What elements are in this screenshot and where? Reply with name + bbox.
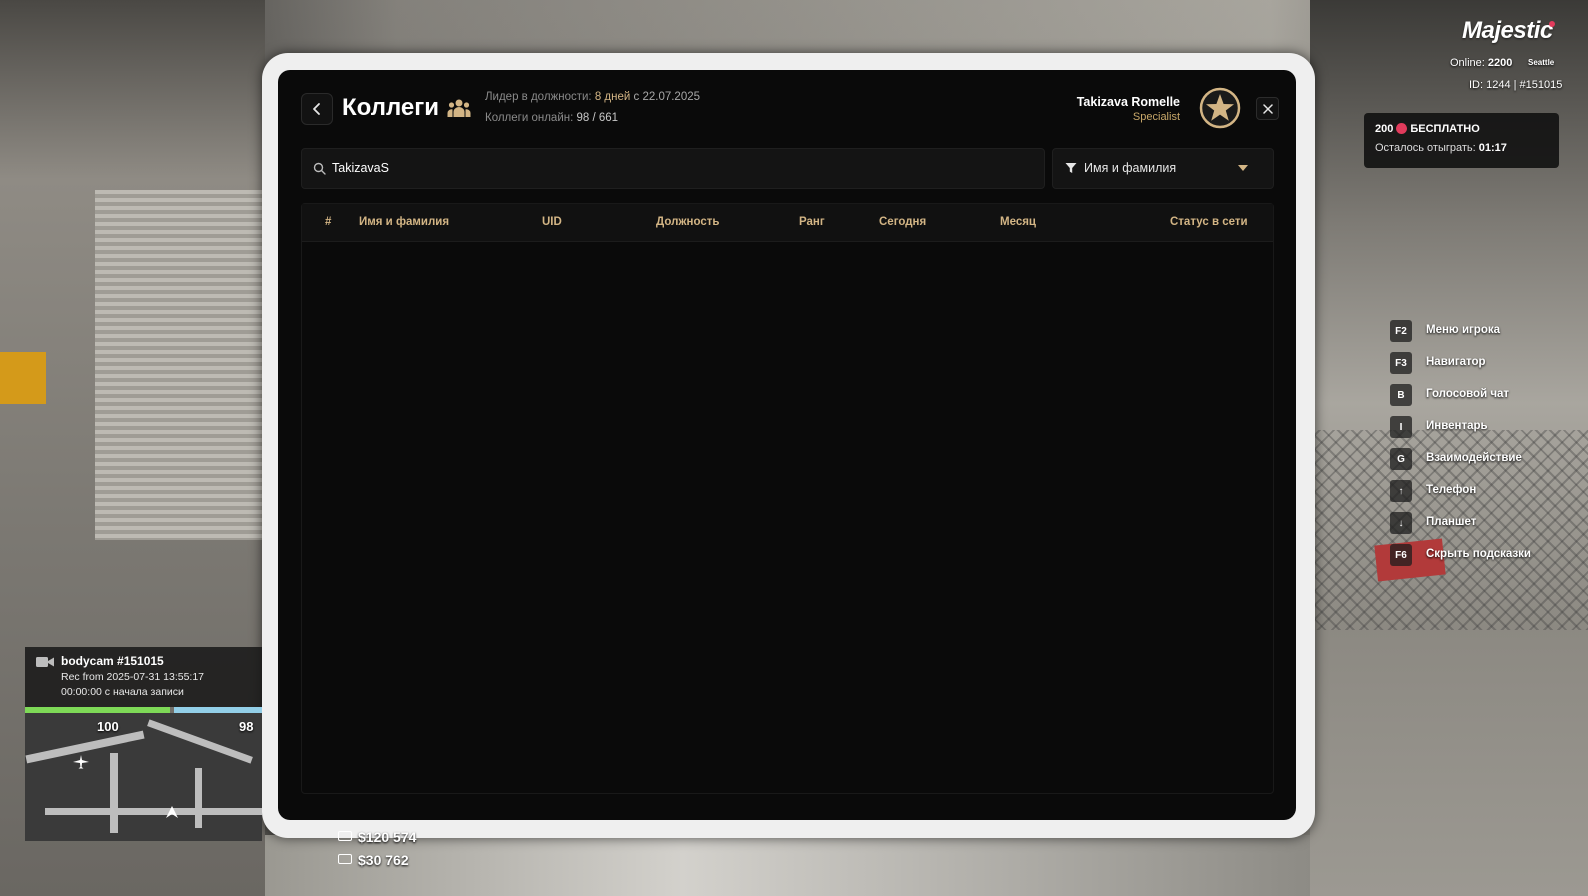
hint-key: B bbox=[1390, 384, 1412, 406]
online-value: 98 / 661 bbox=[576, 112, 619, 124]
cash-value: $120 574 bbox=[358, 829, 417, 845]
map-road bbox=[110, 753, 118, 833]
player-id: ID: 1244 | #151015 bbox=[1469, 79, 1563, 91]
hint-label: Инвентарь bbox=[1426, 420, 1488, 432]
filter-icon bbox=[1065, 163, 1077, 173]
video-camera-icon bbox=[36, 657, 54, 667]
leader-label: Лидер в должности: bbox=[485, 91, 592, 103]
online-label: Коллеги онлайн: bbox=[485, 112, 574, 124]
column-name[interactable]: Имя и фамилия bbox=[359, 216, 449, 228]
hint-key: ↑ bbox=[1390, 480, 1412, 502]
minimap: 100 98 bbox=[25, 713, 262, 841]
close-button[interactable] bbox=[1256, 97, 1279, 120]
brand-logo: Majestic bbox=[1462, 17, 1553, 44]
column-uid[interactable]: UID bbox=[542, 216, 562, 228]
column-position[interactable]: Должность bbox=[656, 216, 719, 228]
user-name: Takizava Romelle bbox=[1076, 95, 1180, 109]
hint-label: Планшет bbox=[1426, 516, 1477, 528]
map-road bbox=[195, 768, 202, 828]
hint-key: G bbox=[1390, 448, 1412, 470]
hint-key: ↓ bbox=[1390, 512, 1412, 534]
player-arrow-icon bbox=[166, 806, 178, 818]
hint-label: Навигатор bbox=[1426, 356, 1486, 368]
health-value: 100 bbox=[97, 719, 119, 734]
online-counter-label: Online: bbox=[1450, 57, 1485, 69]
promo-banner: 200 БЕСПЛАТНО Осталось отыграть: 01:17 bbox=[1364, 113, 1559, 168]
bodycam-panel: bodycam #151015 Rec from 2025-07-31 13:5… bbox=[25, 647, 262, 707]
column-today[interactable]: Сегодня bbox=[879, 216, 926, 228]
leader-tenure: Лидер в должности: 8 дней с 22.07.2025 bbox=[485, 91, 700, 103]
game-background-bottom bbox=[265, 835, 1310, 896]
table-header: # Имя и фамилия UID Должность Ранг Сегод… bbox=[302, 204, 1273, 242]
user-role: Specialist bbox=[1132, 111, 1180, 123]
cash-amount: $120 574 bbox=[338, 829, 416, 845]
hint-label: Телефон bbox=[1426, 484, 1477, 496]
online-counter: Online: 2200 bbox=[1450, 57, 1512, 69]
coin-icon bbox=[1396, 123, 1408, 134]
armor-value: 98 bbox=[239, 719, 254, 734]
filter-dropdown[interactable]: Имя и фамилия bbox=[1052, 148, 1274, 189]
promo-remaining-time: 01:17 bbox=[1478, 142, 1507, 154]
hint-key: F6 bbox=[1390, 544, 1412, 566]
bank-card-icon bbox=[338, 854, 352, 864]
promo-remaining-label: Осталось отыграть: bbox=[1375, 142, 1476, 154]
bodycam-elapsed: 00:00:00 с начала записи bbox=[61, 686, 184, 698]
page-title: Коллеги bbox=[342, 94, 439, 121]
column-number[interactable]: # bbox=[325, 216, 331, 228]
close-icon bbox=[1262, 103, 1273, 114]
bodycam-title: bodycam #151015 bbox=[61, 654, 164, 668]
game-notice-sign bbox=[0, 352, 46, 404]
column-month[interactable]: Месяц bbox=[1000, 216, 1036, 228]
cash-icon bbox=[338, 831, 352, 841]
people-group-icon bbox=[447, 99, 471, 117]
search-input[interactable] bbox=[332, 157, 1022, 179]
airport-icon bbox=[73, 755, 89, 769]
colleagues-online: Коллеги онлайн: 98 / 661 bbox=[485, 112, 618, 124]
back-button[interactable] bbox=[301, 93, 333, 125]
promo-amount: 200 bbox=[1375, 123, 1394, 135]
promo-remaining: Осталось отыграть: 01:17 bbox=[1375, 142, 1507, 154]
chevron-down-icon bbox=[1238, 165, 1248, 171]
online-counter-value: 2200 bbox=[1487, 57, 1513, 69]
leader-days: 8 дней bbox=[594, 91, 631, 103]
map-road bbox=[45, 808, 262, 815]
promo-free-label: БЕСПЛАТНО bbox=[1410, 123, 1480, 135]
brand-dot bbox=[1549, 21, 1555, 27]
search-box[interactable] bbox=[301, 148, 1045, 189]
hint-label: Взаимодействие bbox=[1426, 452, 1522, 464]
hint-key: F3 bbox=[1390, 352, 1412, 374]
column-online-status[interactable]: Статус в сети bbox=[1170, 216, 1248, 228]
column-rank[interactable]: Ранг bbox=[799, 216, 825, 228]
server-name: Seattle bbox=[1528, 58, 1555, 67]
bank-amount: $30 762 bbox=[338, 852, 409, 868]
hint-label: Скрыть подсказки bbox=[1426, 548, 1531, 560]
hint-label: Голосовой чат bbox=[1426, 388, 1510, 400]
filter-selected: Имя и фамилия bbox=[1084, 161, 1177, 175]
map-road bbox=[147, 719, 253, 764]
hint-key: I bbox=[1390, 416, 1412, 438]
chevron-left-icon bbox=[313, 103, 320, 115]
hint-label: Меню игрока bbox=[1426, 324, 1500, 336]
hint-key: F2 bbox=[1390, 320, 1412, 342]
search-icon bbox=[313, 162, 326, 175]
leader-since: с 22.07.2025 bbox=[633, 91, 701, 103]
bank-value: $30 762 bbox=[358, 852, 409, 868]
bodycam-rec: Rec from 2025-07-31 13:55:17 bbox=[61, 671, 205, 683]
faction-star-icon bbox=[1199, 87, 1241, 129]
promo-line: 200 БЕСПЛАТНО bbox=[1375, 123, 1480, 135]
game-garage-shutter bbox=[95, 190, 265, 540]
colleagues-table: # Имя и фамилия UID Должность Ранг Сегод… bbox=[301, 203, 1274, 794]
